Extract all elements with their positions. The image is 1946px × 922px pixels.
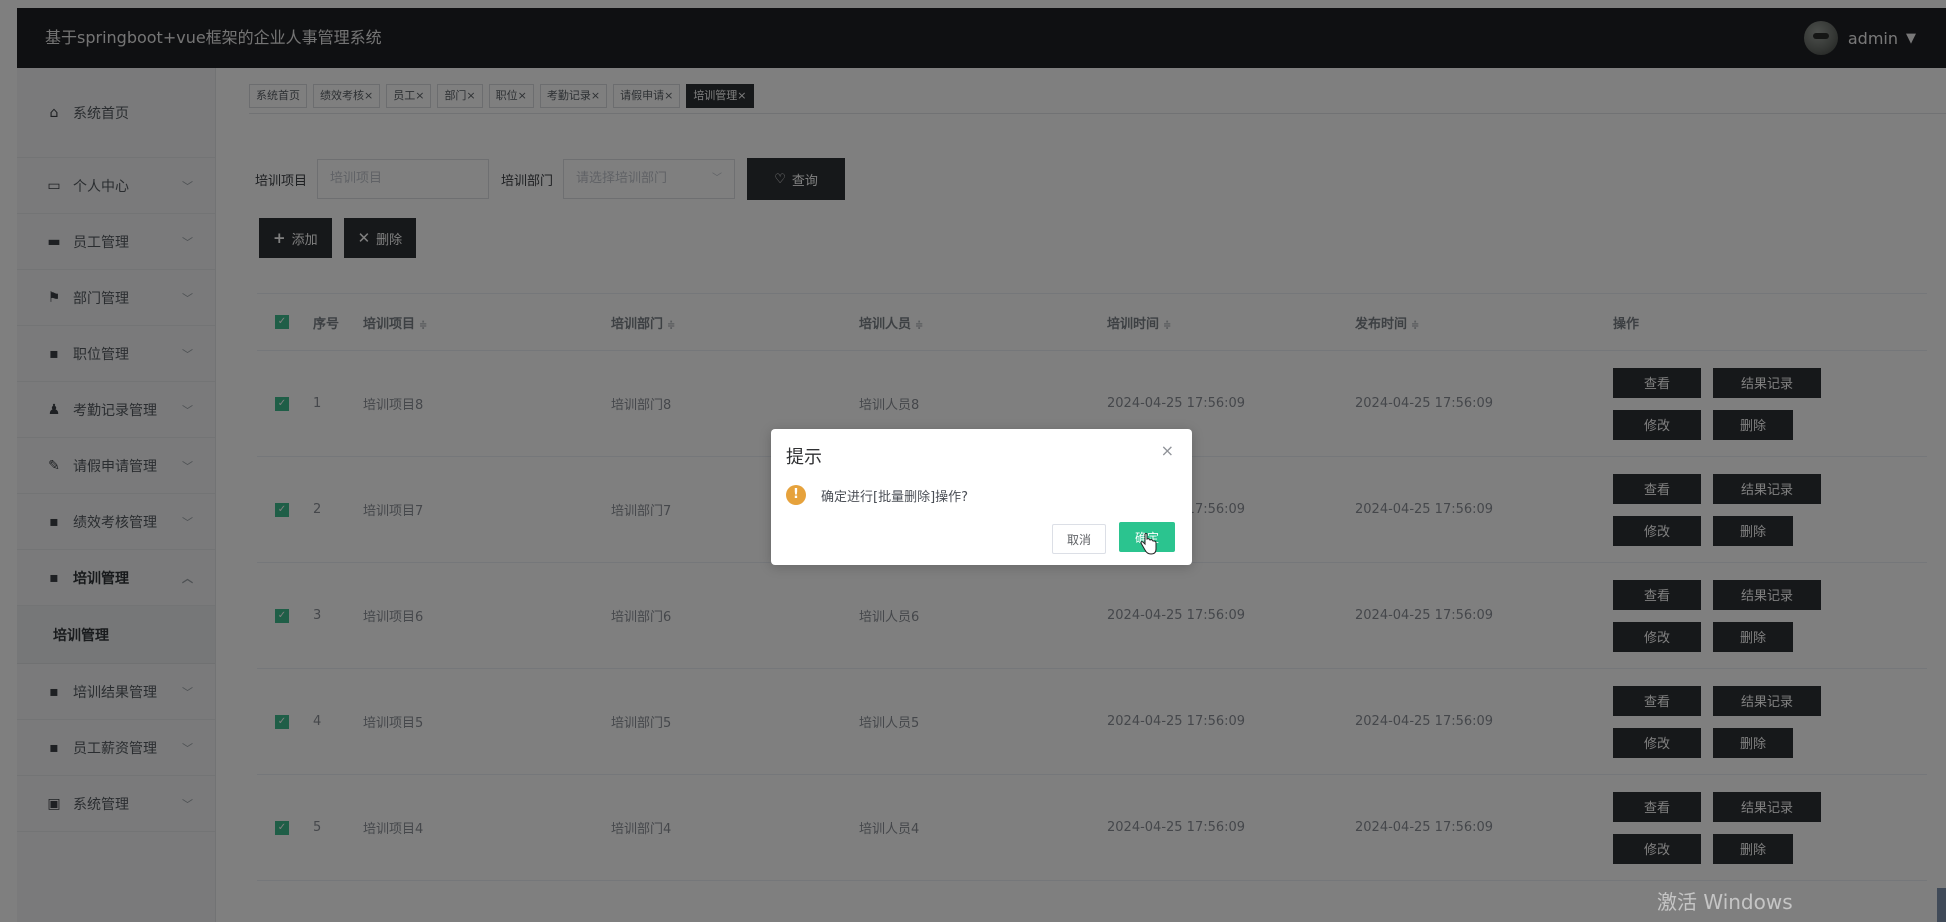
confirm-dialog: 提示 × ! 确定进行[批量删除]操作? 取消 确定 <box>771 429 1192 565</box>
warning-icon: ! <box>786 485 806 505</box>
hand-cursor-icon <box>1140 533 1157 555</box>
edge-widget <box>1937 888 1946 922</box>
dialog-message-text: 确定进行[批量删除]操作? <box>821 489 969 505</box>
dialog-title: 提示 <box>786 447 822 468</box>
windows-watermark: 激活 Windows <box>1657 890 1793 914</box>
close-icon[interactable]: × <box>1161 441 1174 460</box>
dialog-message: ! 确定进行[批量删除]操作? <box>786 485 968 505</box>
cancel-button[interactable]: 取消 <box>1052 524 1106 554</box>
modal-overlay[interactable]: 激活 Windows 提示 × ! 确定进行[批量删除]操作? 取消 确定 <box>0 0 1946 922</box>
